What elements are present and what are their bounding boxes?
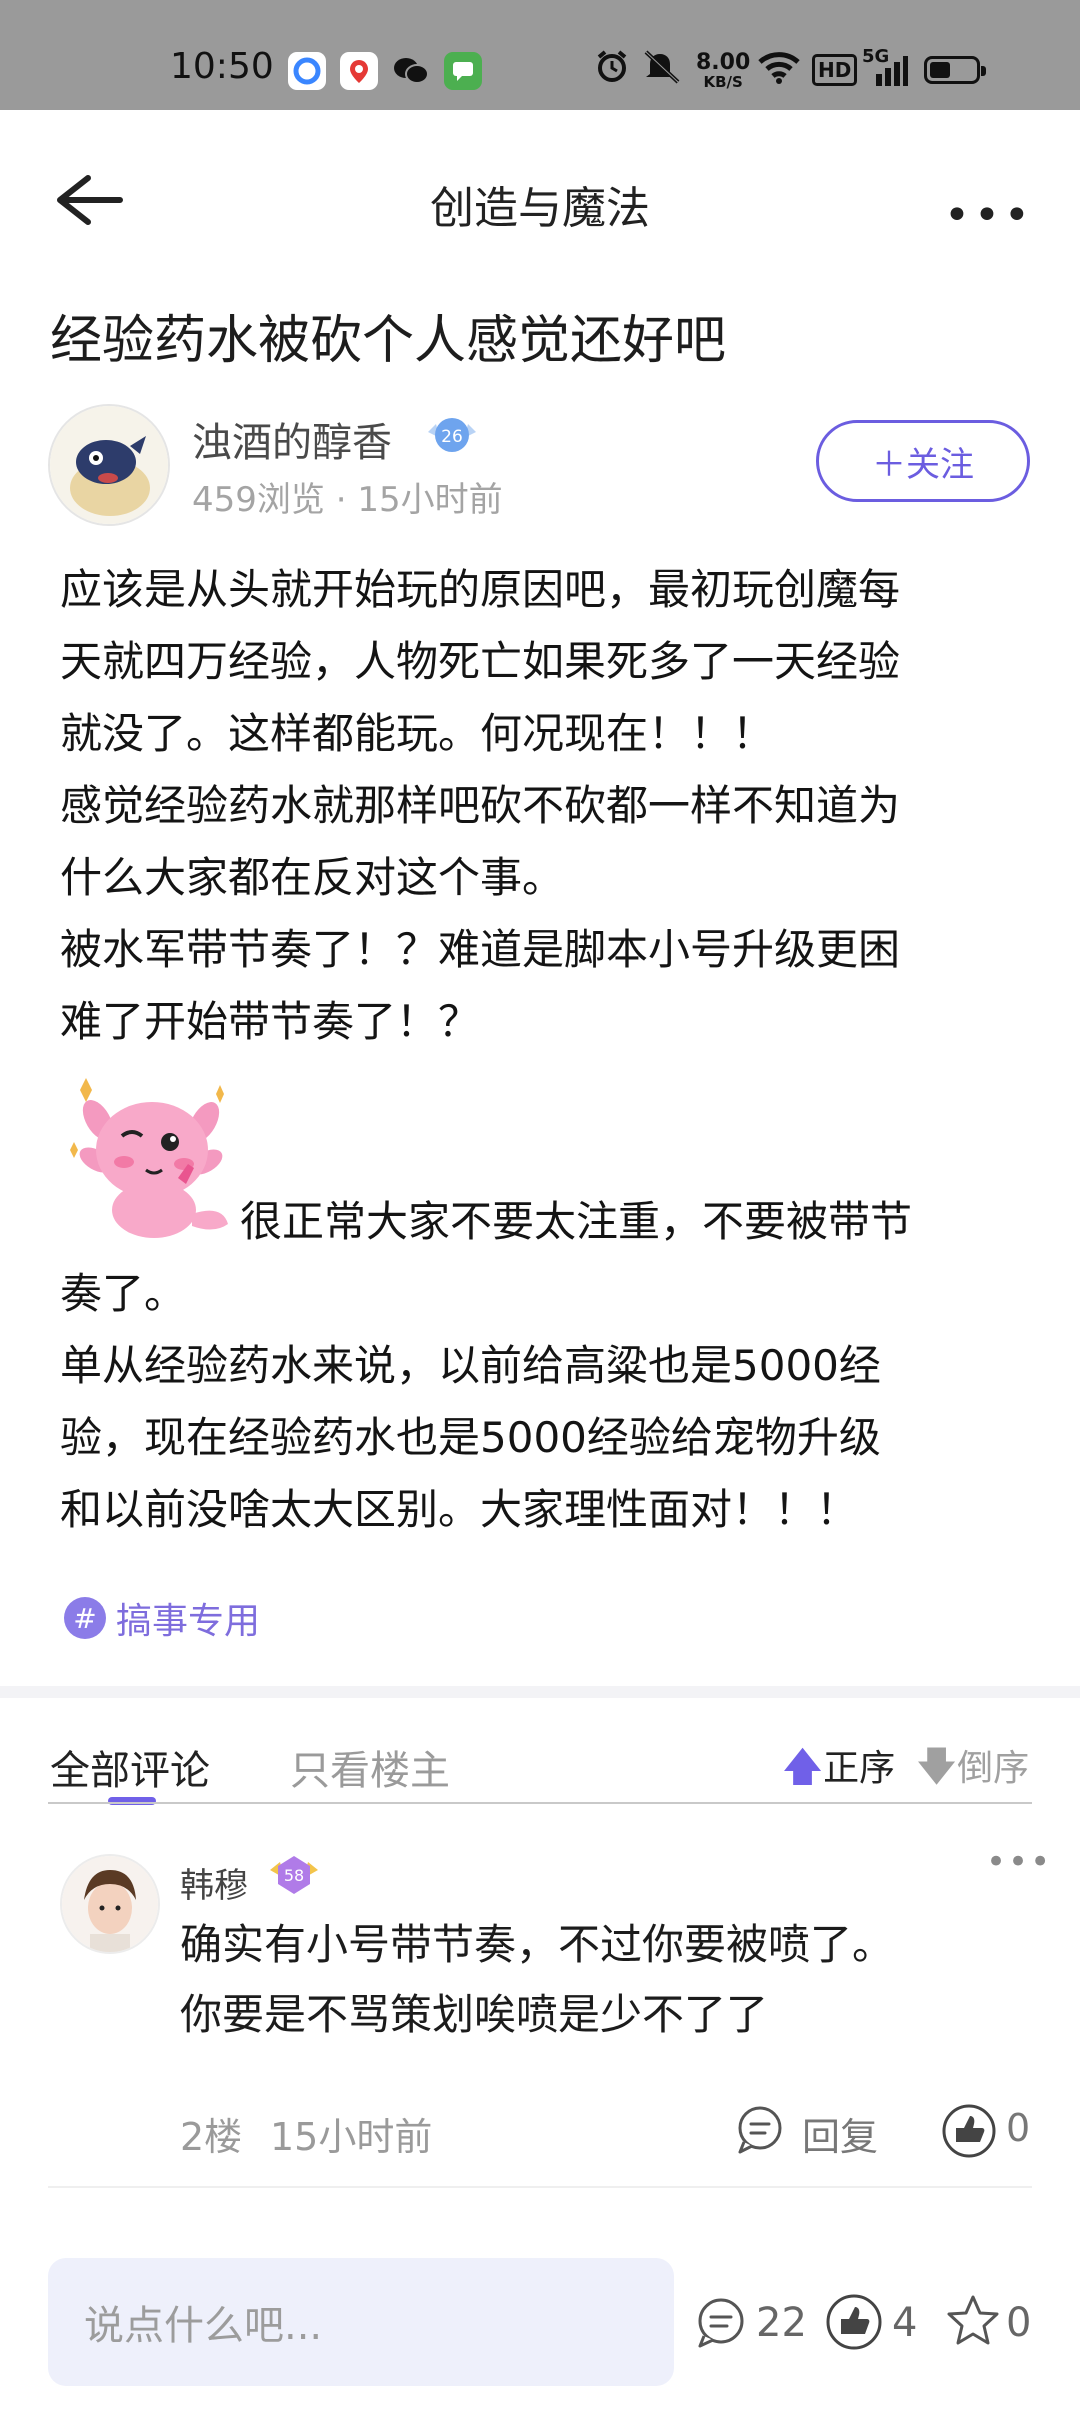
comment-divider bbox=[48, 2186, 1032, 2188]
post-line: 什么大家都在反对这个事。 bbox=[60, 853, 565, 902]
comment-text: 确实有小号带节奏，不过你要被喷了。 你要是不骂策划唉喷是少不了了 bbox=[180, 1910, 1020, 2050]
author-name[interactable]: 浊酒的醇香 bbox=[192, 410, 392, 468]
arrow-down-icon: 🡇 bbox=[916, 1744, 958, 1790]
arrow-up-icon: 🡅 bbox=[782, 1744, 824, 1790]
post-body-bottom: 奏了。 单从经验药水来说，以前给高粱也是5000经 验，现在经验药水也是5000… bbox=[60, 1258, 1030, 1546]
message-app-icon bbox=[444, 52, 482, 90]
post-body-top: 应该是从头就开始玩的原因吧，最初玩创魔每 天就四万经验，人物死亡如果死多了一天经… bbox=[60, 554, 1030, 1058]
map-app-icon bbox=[340, 52, 378, 90]
follow-button[interactable]: ＋关注 bbox=[816, 420, 1030, 502]
commenter-name[interactable]: 韩穆 bbox=[180, 1858, 248, 1907]
status-time: 10:50 bbox=[170, 46, 274, 87]
favorites-count: 0 bbox=[1006, 2300, 1032, 2346]
status-bar bbox=[0, 0, 1080, 110]
reply-icon[interactable] bbox=[734, 2104, 786, 2156]
comment-input[interactable]: 说点什么吧... bbox=[48, 2258, 674, 2386]
comment-like-count: 0 bbox=[1006, 2106, 1031, 2150]
likes-count: 4 bbox=[892, 2300, 918, 2346]
axolotl-sticker bbox=[66, 1060, 236, 1240]
post-line: 奏了。 bbox=[60, 1269, 187, 1318]
hd-icon: HD bbox=[812, 54, 858, 86]
post-title: 经验药水被砍个人感觉还好吧 bbox=[50, 311, 727, 371]
post-line: 难了开始带节奏了！？ bbox=[60, 997, 481, 1046]
post-meta: 459浏览 · 15小时前 bbox=[192, 480, 503, 520]
hashtag-icon: # bbox=[64, 1597, 106, 1639]
tab-author-only[interactable]: 只看楼主 bbox=[290, 1738, 450, 1796]
post-line: 很正常大家不要太注重，不要被带节 bbox=[240, 1197, 913, 1246]
post-line: 被水军带节奏了！？难道是脚本小号升级更困 bbox=[60, 925, 901, 974]
signal-icon bbox=[872, 54, 908, 94]
author-avatar[interactable] bbox=[48, 404, 170, 526]
comments-count: 22 bbox=[756, 2300, 807, 2346]
like-icon[interactable] bbox=[824, 2292, 884, 2352]
post-line: 单从经验药水来说，以前给高粱也是5000经 bbox=[60, 1341, 881, 1390]
sort-descending-button[interactable]: 🡇倒序 bbox=[916, 1738, 1029, 1806]
browser-app-icon bbox=[288, 52, 326, 90]
tab-all-comments[interactable]: 全部评论 bbox=[50, 1738, 210, 1796]
battery-icon bbox=[924, 56, 986, 84]
commenter-level-badge: 58 bbox=[266, 1850, 322, 1900]
svg-text:26: 26 bbox=[441, 427, 463, 447]
post-line: 天就四万经验，人物死亡如果死多了一天经验 bbox=[60, 637, 901, 686]
tag-label: 搞事专用 bbox=[116, 1601, 261, 1642]
comment-line: 确实有小号带节奏，不过你要被喷了。 bbox=[180, 1920, 895, 1969]
post-line: 和以前没啥太大区别。大家理性面对！！！ bbox=[60, 1485, 859, 1534]
svg-text:58: 58 bbox=[284, 1866, 304, 1885]
star-icon[interactable] bbox=[944, 2292, 1002, 2350]
wifi-icon bbox=[758, 50, 800, 92]
post-line: 验，现在经验药水也是5000经验给宠物升级 bbox=[60, 1413, 881, 1462]
post-line: 应该是从头就开始玩的原因吧，最初玩创魔每 bbox=[60, 565, 901, 614]
post-line: 感觉经验药水就那样吧砍不砍都一样不知道为 bbox=[60, 781, 901, 830]
sort-ascending-button[interactable]: 🡅正序 bbox=[782, 1738, 895, 1806]
comment-icon[interactable] bbox=[694, 2296, 748, 2350]
wechat-icon bbox=[392, 52, 430, 90]
reply-button[interactable]: 回复 bbox=[802, 2106, 878, 2161]
more-options-button[interactable]: ••• bbox=[944, 190, 1034, 241]
like-icon[interactable] bbox=[940, 2102, 998, 2160]
network-speed: 8.00 KB/S bbox=[696, 50, 751, 91]
commenter-avatar[interactable] bbox=[60, 1854, 160, 1954]
section-divider bbox=[0, 1686, 1080, 1698]
comment-more-button[interactable]: ••• bbox=[986, 1842, 1052, 1882]
author-level-badge: 26 bbox=[424, 410, 480, 460]
comment-line: 你要是不骂策划唉喷是少不了了 bbox=[180, 1990, 769, 2039]
comment-time: 15小时前 bbox=[270, 2115, 433, 2159]
post-line: 就没了。这样都能玩。何况现在！！！ bbox=[60, 709, 775, 758]
comment-floor: 2楼 bbox=[180, 2115, 243, 2159]
page-title: 创造与魔法 bbox=[430, 183, 650, 234]
post-tag[interactable]: # 搞事专用 bbox=[64, 1592, 260, 1644]
alarm-icon bbox=[594, 48, 630, 92]
mute-icon bbox=[642, 48, 682, 92]
